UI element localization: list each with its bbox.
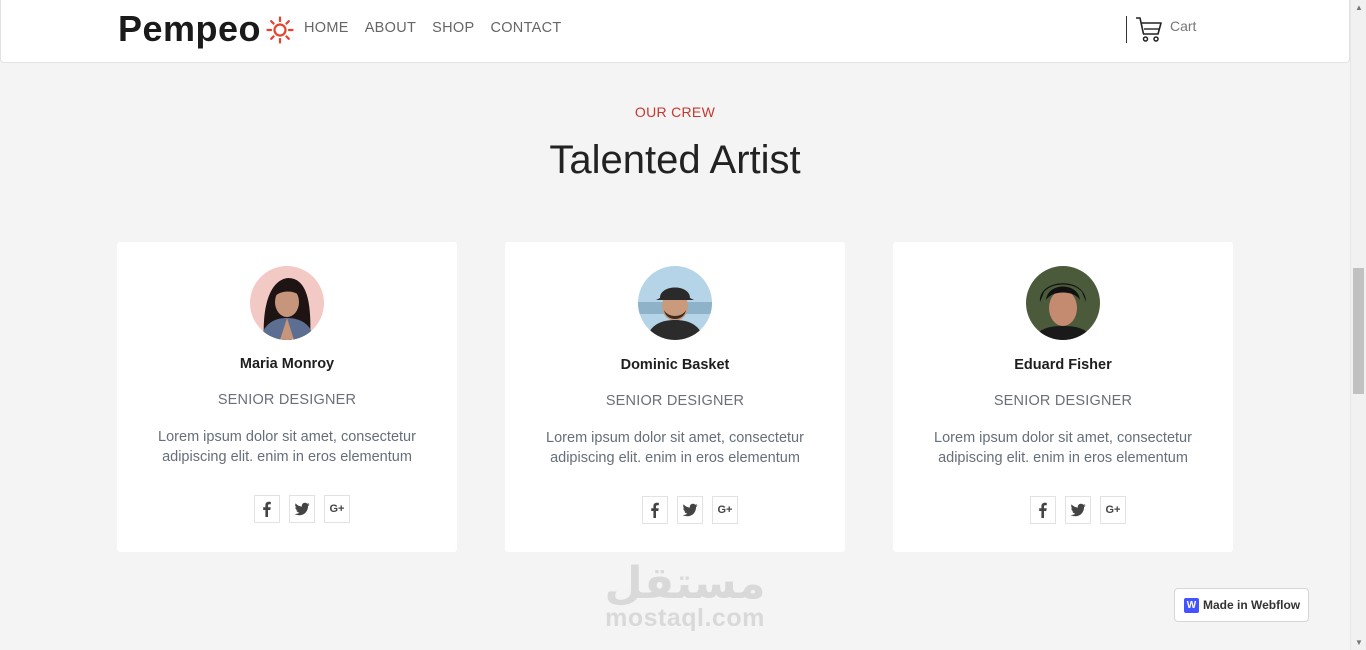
twitter-link[interactable] [289,495,315,523]
facebook-icon [263,501,271,517]
scrollbar-thumb[interactable] [1353,268,1364,394]
facebook-link[interactable] [1030,496,1056,524]
team-card: Eduard Fisher SENIOR DESIGNER Lorem ipsu… [893,242,1233,552]
section-title: Talented Artist [549,138,801,182]
team-card: Dominic Basket SENIOR DESIGNER Lorem ips… [505,242,845,552]
avatar-photo [1026,266,1100,340]
nav-divider [1126,16,1127,43]
member-description: Lorem ipsum dolor sit amet, consectetur … [158,429,416,465]
cart-label: Cart [1170,18,1197,34]
nav-link-contact[interactable]: CONTACT [490,20,561,36]
member-role: SENIOR DESIGNER [605,393,745,409]
member-description: Lorem ipsum dolor sit amet, consectetur … [546,430,804,466]
member-role: SENIOR DESIGNER [993,393,1133,409]
member-name: Maria Monroy [239,356,335,372]
google-plus-link[interactable]: G+ [1100,496,1126,524]
facebook-link[interactable] [254,495,280,523]
avatar-photo [250,266,324,340]
social-links: G+ [642,496,738,524]
scroll-down-arrow-icon[interactable]: ▼ [1355,638,1363,647]
main-nav: HOME ABOUT SHOP CONTACT [304,20,562,36]
facebook-link[interactable] [642,496,668,524]
member-name: Dominic Basket [620,357,730,373]
brand-logo[interactable]: Pempeo [118,8,261,50]
twitter-icon [682,503,698,517]
scroll-up-arrow-icon[interactable]: ▲ [1355,3,1363,12]
sun-icon [266,16,294,44]
google-plus-icon: G+ [329,503,345,515]
twitter-link[interactable] [677,496,703,524]
avatar-photo [638,266,712,340]
google-plus-link[interactable]: G+ [324,495,350,523]
google-plus-icon: G+ [717,504,733,516]
facebook-icon [651,502,659,518]
google-plus-icon: G+ [1105,504,1121,516]
webflow-badge-label: Made in Webflow [1203,598,1301,612]
watermark-url: mostaql.com [605,604,765,632]
watermark-arabic: مستقل [604,558,766,609]
google-plus-link[interactable]: G+ [712,496,738,524]
social-links: G+ [1030,496,1126,524]
shopping-cart-icon [1136,17,1162,42]
nav-link-shop[interactable]: SHOP [432,20,474,36]
nav-link-home[interactable]: HOME [304,20,349,36]
member-name: Eduard Fisher [1014,357,1112,373]
twitter-icon [294,502,310,516]
social-links: G+ [254,495,350,523]
facebook-icon [1039,502,1047,518]
watermark: مستقل mostaql.com [600,560,770,633]
cart-button[interactable]: Cart [1135,16,1196,43]
twitter-icon [1070,503,1086,517]
webflow-logo-icon: W [1184,597,1199,613]
made-in-webflow-badge[interactable]: W Made in Webflow [1174,588,1309,622]
team-card: Maria Monroy SENIOR DESIGNER Lorem ipsum… [117,242,457,552]
member-role: SENIOR DESIGNER [217,392,357,408]
vertical-scrollbar[interactable]: ▲ ▼ [1350,0,1366,650]
member-description: Lorem ipsum dolor sit amet, consectetur … [934,430,1192,466]
twitter-link[interactable] [1065,496,1091,524]
nav-link-about[interactable]: ABOUT [365,20,416,36]
section-eyebrow: OUR CREW [634,104,716,120]
top-navbar: Pempeo HOME ABOUT SHOP CONTACT Cart [0,0,1350,63]
